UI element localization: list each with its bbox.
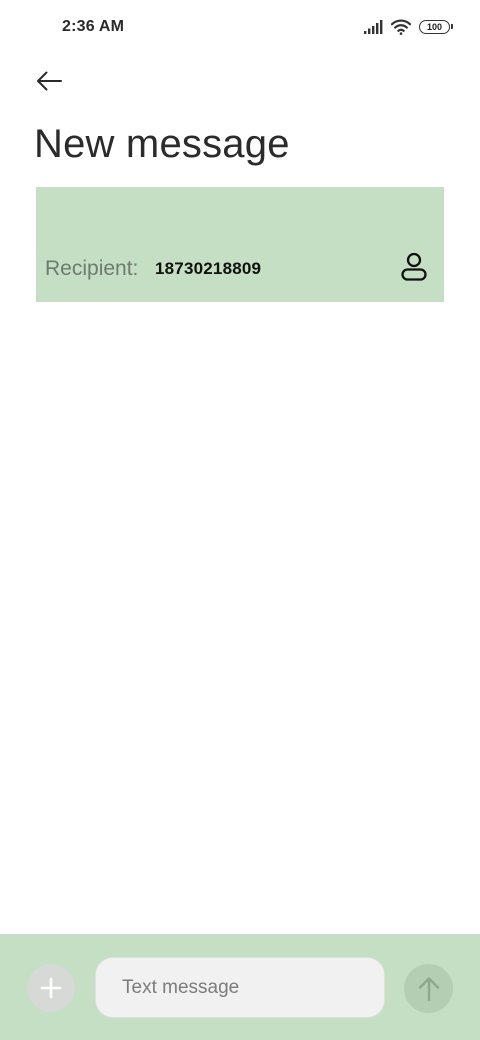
battery-icon: 100 [419, 20, 453, 34]
wifi-icon [391, 19, 411, 35]
send-button[interactable] [404, 964, 453, 1013]
status-time: 2:36 AM [62, 18, 125, 35]
person-icon [401, 252, 427, 281]
page-title: New message [34, 122, 290, 166]
recipient-field[interactable]: Recipient: 18730218809 [36, 187, 444, 302]
composer-bar [0, 934, 480, 1040]
arrow-up-icon [418, 976, 439, 1001]
arrow-left-icon [37, 71, 62, 91]
signal-icon [364, 20, 383, 34]
attach-button[interactable] [27, 964, 75, 1012]
new-message-screen: 2:36 AM 100 New message Recipient: 18730… [0, 0, 480, 1040]
status-icons: 100 [364, 19, 453, 35]
message-input[interactable] [95, 957, 385, 1018]
contact-picker-button[interactable] [396, 247, 432, 287]
recipient-number[interactable]: 18730218809 [155, 259, 261, 279]
status-bar: 2:36 AM 100 [0, 0, 480, 56]
battery-level: 100 [426, 21, 443, 32]
recipient-label: Recipient: [45, 257, 139, 280]
plus-icon [40, 977, 62, 999]
back-button[interactable] [30, 62, 68, 100]
